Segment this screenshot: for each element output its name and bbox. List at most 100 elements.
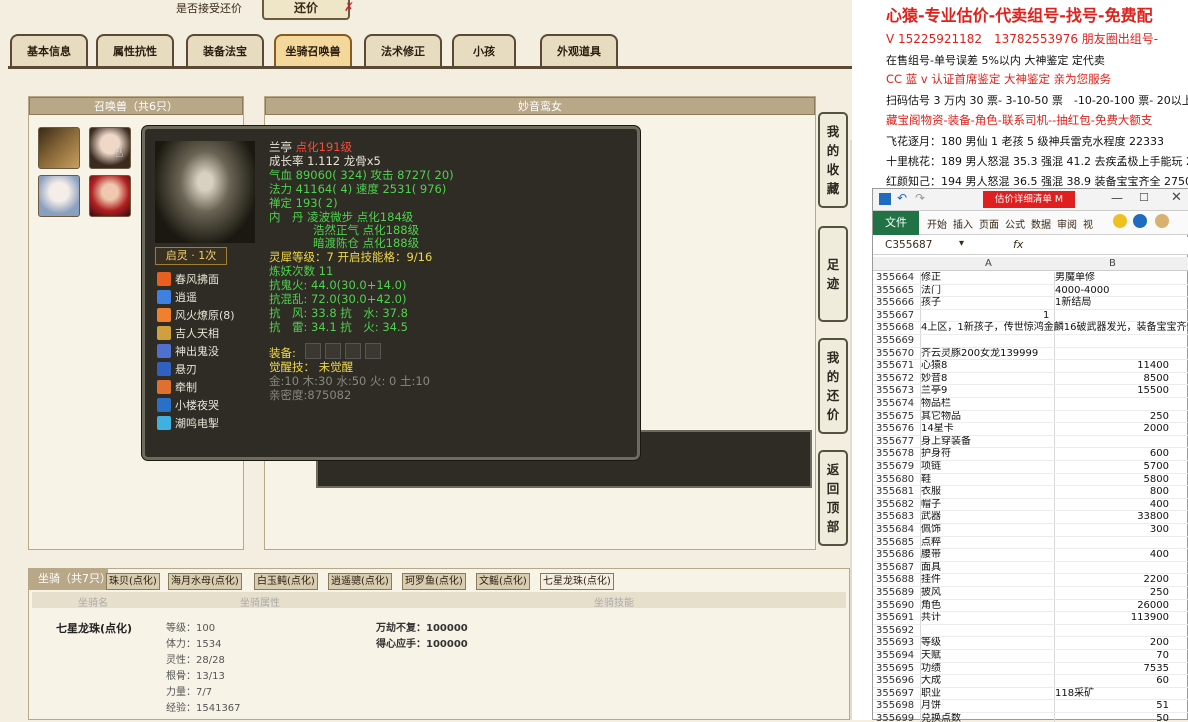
cell-b[interactable]: 118采矿	[1055, 688, 1188, 700]
cell-a[interactable]: 孩子	[921, 297, 1053, 309]
sheet-row[interactable]: 355699 兑换点数 50	[873, 713, 1188, 722]
cell-b[interactable]: 113900	[1055, 612, 1169, 624]
cell-a[interactable]: 修正	[921, 272, 1053, 284]
sheet-row[interactable]: 355666 孩子 1新结局	[873, 297, 1188, 310]
cell-b[interactable]: 5800	[1055, 474, 1169, 486]
sheet-row[interactable]: 355682 帽子 400	[873, 499, 1188, 512]
cell-a[interactable]: 面具	[921, 562, 1053, 574]
cell-b[interactable]: 50	[1055, 713, 1169, 722]
close-icon[interactable]: ✕	[1171, 190, 1182, 205]
equip-slot[interactable]	[365, 343, 381, 359]
cell-b[interactable]: 11400	[1055, 360, 1169, 372]
sheet-row[interactable]: 355698 月饼 51	[873, 700, 1188, 713]
sheet-row[interactable]: 355669	[873, 335, 1188, 348]
cell-a[interactable]: 兑换点数	[921, 713, 1053, 722]
sheet-row[interactable]: 355678 护身符 600	[873, 448, 1188, 461]
mount-tab[interactable]: 七星龙珠(点化)	[540, 573, 614, 590]
my-counteroffer-button[interactable]: 我的还价	[818, 338, 848, 434]
dropdown-icon[interactable]: ▾	[959, 238, 964, 249]
tab-basic-info[interactable]: 基本信息	[10, 34, 88, 68]
cell-a[interactable]: 其它物品	[921, 411, 1053, 423]
sheet-row[interactable]: 355664 修正 男魔单修	[873, 272, 1188, 285]
fx-icon[interactable]: fx	[1013, 238, 1023, 251]
tab-appearance[interactable]: 外观道具	[540, 34, 618, 68]
cell-a[interactable]: 披风	[921, 587, 1053, 599]
sheet-row[interactable]: 355671 心猿8 11400	[873, 360, 1188, 373]
mount-tab[interactable]: 珂罗鱼(点化)	[402, 573, 466, 590]
sheet-row[interactable]: 355687 面具	[873, 562, 1188, 575]
col-header-b[interactable]: B	[1109, 258, 1116, 269]
cell-b[interactable]: 300	[1055, 524, 1169, 536]
sheet-row[interactable]: 355697 职业 118采矿	[873, 688, 1188, 701]
cell-b[interactable]: 1新结局	[1055, 297, 1188, 309]
summon-avatar-3[interactable]	[38, 175, 80, 217]
sheet-row[interactable]: 355696 大成 60	[873, 675, 1188, 688]
sheet-row[interactable]: 355685 点粹	[873, 537, 1188, 550]
mount-tab[interactable]: 珠贝(点化)	[106, 573, 160, 590]
cell-a[interactable]: 衣服	[921, 486, 1053, 498]
sheet-row[interactable]: 355673 兰亭9 15500	[873, 385, 1188, 398]
sheet-row[interactable]: 355667 1	[873, 310, 1188, 323]
sheet-row[interactable]: 355688 挂件 2200	[873, 574, 1188, 587]
summon-avatar-4[interactable]	[89, 175, 131, 217]
cell-b[interactable]: 33800	[1055, 511, 1169, 523]
cell-a[interactable]: 大成	[921, 675, 1053, 687]
ribbon-tab[interactable]: 插入	[953, 216, 973, 231]
cell-b[interactable]: 400	[1055, 549, 1169, 561]
ribbon-tab[interactable]: 审阅	[1057, 216, 1077, 231]
undo-icon[interactable]: ↶	[897, 191, 907, 205]
cell-b[interactable]: 7535	[1055, 663, 1169, 675]
cell-a[interactable]: 武器	[921, 511, 1053, 523]
sheet-row[interactable]: 355692	[873, 625, 1188, 638]
cell-b[interactable]: 5700	[1055, 461, 1169, 473]
cell-a[interactable]: 护身符	[921, 448, 1053, 460]
ribbon-tab[interactable]: 页面	[979, 216, 999, 231]
cell-a[interactable]: 等级	[921, 637, 1053, 649]
cell-a[interactable]: 职业	[921, 688, 1053, 700]
equip-slot[interactable]	[305, 343, 321, 359]
tab-attribute-resist[interactable]: 属性抗性	[96, 34, 174, 68]
cell-b[interactable]: 男魔单修	[1055, 272, 1188, 284]
cell-a[interactable]: 兰亭9	[921, 385, 1053, 397]
tab-child[interactable]: 小孩	[452, 34, 516, 68]
sheet-row[interactable]: 355689 披风 250	[873, 587, 1188, 600]
equip-slot[interactable]	[325, 343, 341, 359]
cell-a[interactable]: 项链	[921, 461, 1053, 473]
cell-b[interactable]: 250	[1055, 587, 1169, 599]
sheet-row[interactable]: 355690 角色 26000	[873, 600, 1188, 613]
cell-a[interactable]: 物品栏	[921, 398, 1053, 410]
cell-b[interactable]: 800	[1055, 486, 1169, 498]
name-box[interactable]: C355687	[885, 239, 932, 251]
cell-b[interactable]: 2200	[1055, 574, 1169, 586]
sheet-row[interactable]: 355694 天赋 70	[873, 650, 1188, 663]
sheet-row[interactable]: 355695 功绩 7535	[873, 663, 1188, 676]
cell-a[interactable]: 点粹	[921, 537, 1053, 549]
col-header-a[interactable]: A	[985, 258, 992, 269]
cell-a[interactable]: 月饼	[921, 700, 1053, 712]
cell-a[interactable]: 佩饰	[921, 524, 1053, 536]
back-to-top-button[interactable]: 返回顶部	[818, 450, 848, 546]
mount-tab[interactable]: 逍遥骢(点化)	[328, 573, 392, 590]
summon-avatar-1[interactable]	[38, 127, 80, 169]
help-icon[interactable]	[1133, 214, 1147, 228]
tab-equipment[interactable]: 装备法宝	[186, 34, 264, 68]
sheet-row[interactable]: 355672 妙音8 8500	[873, 373, 1188, 386]
minimize-icon[interactable]: —	[1111, 191, 1123, 205]
sheet-row[interactable]: 355693 等级 200	[873, 637, 1188, 650]
cell-a[interactable]: 角色	[921, 600, 1053, 612]
save-icon[interactable]	[879, 193, 891, 205]
sheet-row[interactable]: 355683 武器 33800	[873, 511, 1188, 524]
mount-tab[interactable]: 文鳐(点化)	[476, 573, 530, 590]
mount-tab[interactable]: 海月水母(点化)	[168, 573, 242, 590]
workbook-title-tab[interactable]: 估价详细清单 M	[983, 191, 1075, 208]
sheet-row[interactable]: 355677 身上穿装备	[873, 436, 1188, 449]
cell-a[interactable]: 天赋	[921, 650, 1053, 662]
cell-b[interactable]: 26000	[1055, 600, 1169, 612]
cell-b[interactable]: 15500	[1055, 385, 1169, 397]
cell-b[interactable]: 8500	[1055, 373, 1169, 385]
cell-a[interactable]: 身上穿装备	[921, 436, 1053, 448]
ribbon-tab[interactable]: 数据	[1031, 216, 1051, 231]
sheet-row[interactable]: 355670 齐云灵豚200女龙139999	[873, 348, 1188, 361]
cell-b[interactable]: 2000	[1055, 423, 1169, 435]
ribbon-tab[interactable]: 开始	[927, 216, 947, 231]
